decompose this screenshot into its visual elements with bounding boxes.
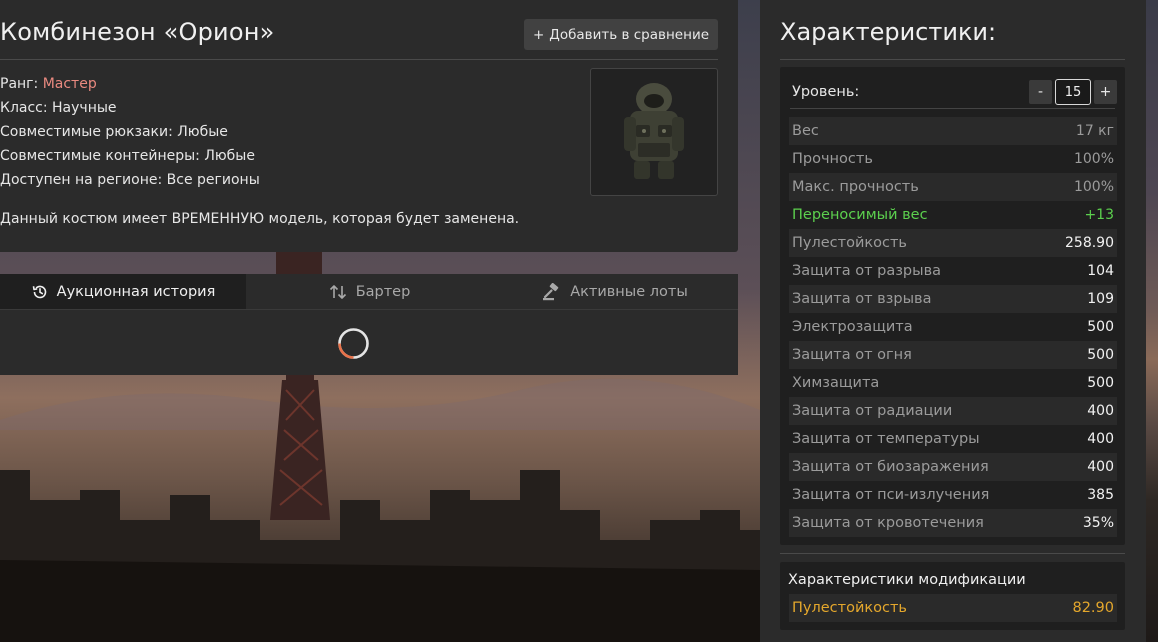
item-image xyxy=(590,68,718,196)
suit-icon xyxy=(624,83,684,179)
tab-active-lots[interactable]: Активные лоты xyxy=(492,274,738,309)
stat-value: 104 xyxy=(1087,263,1114,279)
stat-value: +13 xyxy=(1084,207,1114,223)
tab-auction-history[interactable]: Аукционная история xyxy=(0,274,246,309)
stat-name: Переносимый вес xyxy=(792,207,928,223)
swap-icon xyxy=(329,284,346,299)
stat-name: Электрозащита xyxy=(792,319,913,335)
stat-name: Защита от биозаражения xyxy=(792,459,989,475)
stat-value: 100% xyxy=(1073,151,1114,167)
stat-row: Пулестойкость 258.90 xyxy=(789,229,1117,257)
stat-value: 500 xyxy=(1087,375,1114,391)
stat-row: Защита от разрыва 104 xyxy=(789,257,1117,285)
stat-row: Защита от пси-излучения 385 xyxy=(789,481,1117,509)
modification-stat-row: Пулестойкость 82.90 xyxy=(789,594,1117,622)
stat-name: Прочность xyxy=(792,151,873,167)
stat-name: Защита от пси-излучения xyxy=(792,487,990,503)
prop-region: Доступен на регионе: Все регионы xyxy=(0,172,260,188)
market-tabs-panel: Аукционная история Бартер Активные лоты xyxy=(0,274,738,375)
stat-row: Защита от взрыва 109 xyxy=(789,285,1117,313)
stat-row: Защита от кровотечения 35% xyxy=(789,509,1117,537)
stat-row: Макс. прочность 100% xyxy=(789,173,1117,201)
stat-value: 400 xyxy=(1087,431,1114,447)
level-input[interactable] xyxy=(1055,79,1091,105)
level-decrease-button[interactable]: - xyxy=(1029,80,1052,104)
tab-bar: Аукционная история Бартер Активные лоты xyxy=(0,274,738,310)
item-card: Комбинезон «Орион» + Добавить в сравнени… xyxy=(0,0,738,252)
modification-stat-value: 82.90 xyxy=(1072,600,1114,616)
stat-row: Переносимый вес +13 xyxy=(789,201,1117,229)
stat-name: Вес xyxy=(792,123,819,139)
stat-value: 385 xyxy=(1087,487,1114,503)
level-increase-button[interactable]: + xyxy=(1094,80,1117,104)
gavel-icon xyxy=(543,282,559,300)
prop-class: Класс: Научные xyxy=(0,100,117,116)
stats-box: Уровень: - + Вес17 кгПрочность100%Макс. … xyxy=(780,67,1125,545)
stat-row: Защита от температуры 400 xyxy=(789,425,1117,453)
stat-value: 400 xyxy=(1087,403,1114,419)
add-to-compare-label: Добавить в сравнение xyxy=(549,26,710,43)
stat-value: 17 кг xyxy=(1075,123,1114,139)
stat-row: Химзащита 500 xyxy=(789,369,1117,397)
prop-rank: Ранг: Мастер xyxy=(0,76,97,92)
modification-title: Характеристики модификации xyxy=(788,572,1026,588)
stat-name: Защита от температуры xyxy=(792,431,980,447)
stat-row: Защита от биозаражения 400 xyxy=(789,453,1117,481)
stat-value: 35% xyxy=(1082,515,1114,531)
level-label: Уровень: xyxy=(792,84,860,100)
prop-backpacks: Совместимые рюкзаки: Любые xyxy=(0,124,228,140)
stat-value: 258.90 xyxy=(1065,235,1114,251)
stat-row: Электрозащита 500 xyxy=(789,313,1117,341)
modification-box: Характеристики модификации Пулестойкость… xyxy=(780,562,1125,630)
stats-panel: Характеристики: Уровень: - + Вес 17 кг Про… xyxy=(760,0,1146,642)
item-title: Комбинезон «Орион» xyxy=(0,18,275,46)
stat-name: Защита от огня xyxy=(792,347,912,363)
plus-icon: + xyxy=(532,26,545,43)
stat-name: Пулестойкость xyxy=(792,235,907,251)
stat-row: Защита от радиации 400 xyxy=(789,397,1117,425)
stat-value: 109 xyxy=(1087,291,1114,307)
stat-name: Химзащита xyxy=(792,375,880,391)
divider xyxy=(0,59,718,60)
divider xyxy=(780,553,1125,554)
stat-name: Защита от разрыва xyxy=(792,263,942,279)
level-row: Уровень: - + xyxy=(792,75,1117,109)
stat-name: Макс. прочность xyxy=(792,179,919,195)
tab-active-lots-label: Активные лоты xyxy=(570,283,688,300)
stats-title: Характеристики: xyxy=(780,18,997,46)
stat-row: Вес 17 кг xyxy=(789,117,1117,145)
history-icon xyxy=(32,285,46,298)
stat-row: Прочность 100% xyxy=(789,145,1117,173)
loading-spinner xyxy=(337,327,370,360)
stat-value: 400 xyxy=(1087,459,1114,475)
tab-auction-history-label: Аукционная история xyxy=(56,283,216,300)
item-properties: Ранг: Мастер Класс: Научные Совместимые … xyxy=(0,72,260,192)
divider xyxy=(790,108,1115,109)
item-notice: Данный костюм имеет ВРЕМЕННУЮ модель, ко… xyxy=(0,211,520,227)
stat-row: Защита от огня 500 xyxy=(789,341,1117,369)
add-to-compare-button[interactable]: + Добавить в сравнение xyxy=(524,19,718,50)
tab-barter-label: Бартер xyxy=(355,283,411,300)
stat-list: Вес 17 кг Прочность 100% Макс. прочность 100%… xyxy=(789,117,1117,537)
divider xyxy=(780,59,1125,60)
modification-stat-name: Пулестойкость xyxy=(792,600,907,616)
stat-name: Защита от взрыва xyxy=(792,291,932,307)
stat-value: 500 xyxy=(1087,347,1114,363)
stat-value: 500 xyxy=(1087,319,1114,335)
stat-name: Защита от кровотечения xyxy=(792,515,984,531)
tab-barter[interactable]: Бартер xyxy=(246,274,492,309)
rank-value: Мастер xyxy=(42,76,97,92)
prop-containers: Совместимые контейнеры: Любые xyxy=(0,148,255,164)
stat-name: Защита от радиации xyxy=(792,403,953,419)
stat-value: 100% xyxy=(1073,179,1114,195)
